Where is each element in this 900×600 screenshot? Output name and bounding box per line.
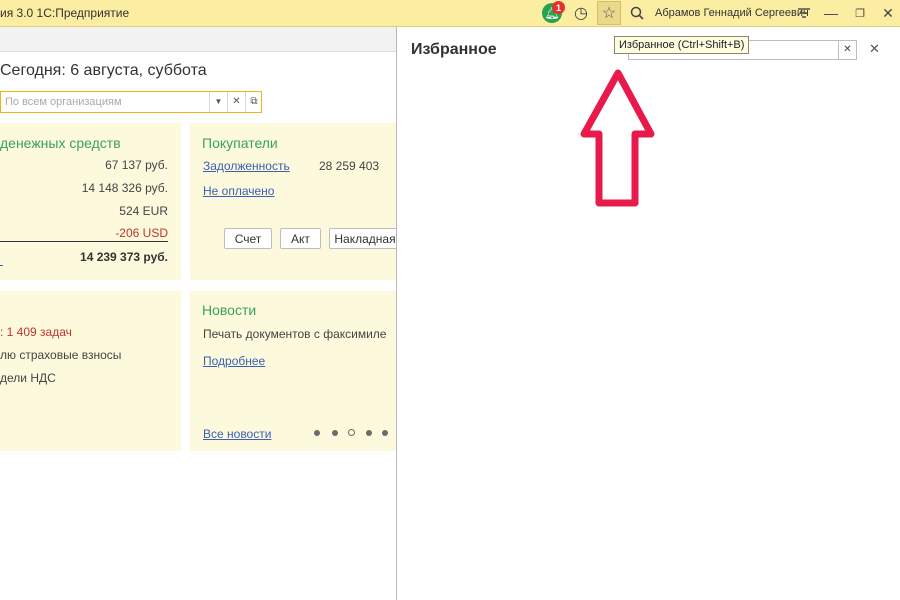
favorites-tooltip: Избранное (Ctrl+Shift+B) [614,36,750,54]
menu-icon[interactable] [793,2,815,24]
user-name[interactable]: Абрамов Геннадий Сергеевич [655,7,809,19]
arrow-up-icon [580,69,655,207]
page-title: Сегодня: 6 августа, суббота [0,62,207,79]
news-panel: Новости Печать документов с факсимиле По… [190,291,397,451]
debt-link[interactable]: Задолженность [203,159,290,173]
invoice-button[interactable]: Счет [224,228,272,249]
buyers-panel-title: Покупатели [202,135,278,151]
money-panel-title: денежных средств [0,135,121,151]
money-row: 524 EUR [119,204,168,218]
debt-value: 28 259 403 [319,159,380,173]
clear-icon[interactable]: ✕ [227,92,245,112]
news-headline: Печать документов с факсимиле [203,327,387,341]
act-button[interactable]: Акт [280,228,321,249]
open-icon[interactable]: ⧉ [245,92,262,112]
task-item: дели НДС [0,371,56,385]
history-icon[interactable]: ◷ [570,2,592,24]
money-panel: денежных средств 67 137 руб. 14 148 326 … [0,123,181,280]
clear-icon[interactable]: ✕ [838,41,856,59]
star-icon[interactable]: ☆ [597,1,621,25]
tab-bar [0,27,397,52]
close-icon[interactable]: ✕ [877,2,899,24]
notifications-button[interactable]: 🔔︎ 1 [541,1,565,24]
money-row-negative: -206 USD [115,226,168,240]
close-icon[interactable]: ✕ [869,41,880,57]
task-item: лю страховые взносы [0,348,122,362]
maximize-icon[interactable]: ❐ [849,2,871,24]
organization-select[interactable]: По всем организациям ▼ ✕ ⧉ [0,91,262,113]
total-divider [0,241,168,242]
money-row: 67 137 руб. [105,158,168,172]
minimize-icon[interactable]: — [820,2,842,24]
favorites-title: Избранное [411,41,497,58]
search-icon[interactable] [626,2,648,24]
notifications-badge: 1 [552,1,565,14]
waybill-button[interactable]: Накладная [329,228,401,249]
buyers-panel: Покупатели Задолженность 28 259 403 Не о… [190,123,401,280]
app-title: ия 3.0 1С:Предприятие [0,6,130,20]
unpaid-link[interactable]: Не оплачено [203,184,274,198]
carousel-dot-active[interactable] [348,429,355,436]
title-bar: ия 3.0 1С:Предприятие 🔔︎ 1 ◷ ☆ Абрамов Г… [0,0,900,27]
carousel-dot[interactable] [332,430,338,436]
news-more-link[interactable]: Подробнее [203,354,265,368]
carousel-dot[interactable] [314,430,320,436]
news-panel-title: Новости [202,302,257,318]
money-row: 14 148 326 руб. [81,181,168,195]
tasks-count[interactable]: : 1 409 задач [0,325,72,339]
carousel-dot[interactable] [366,430,372,436]
money-total: 14 239 373 руб. [80,250,168,264]
tasks-panel: : 1 409 задач лю страховые взносы дели Н… [0,291,181,451]
chevron-down-icon[interactable]: ▼ [209,92,227,112]
link-fragment[interactable] [0,265,3,266]
carousel-dot[interactable] [382,430,388,436]
all-news-link[interactable]: Все новости [203,427,271,441]
organization-placeholder: По всем организациям [5,96,122,108]
